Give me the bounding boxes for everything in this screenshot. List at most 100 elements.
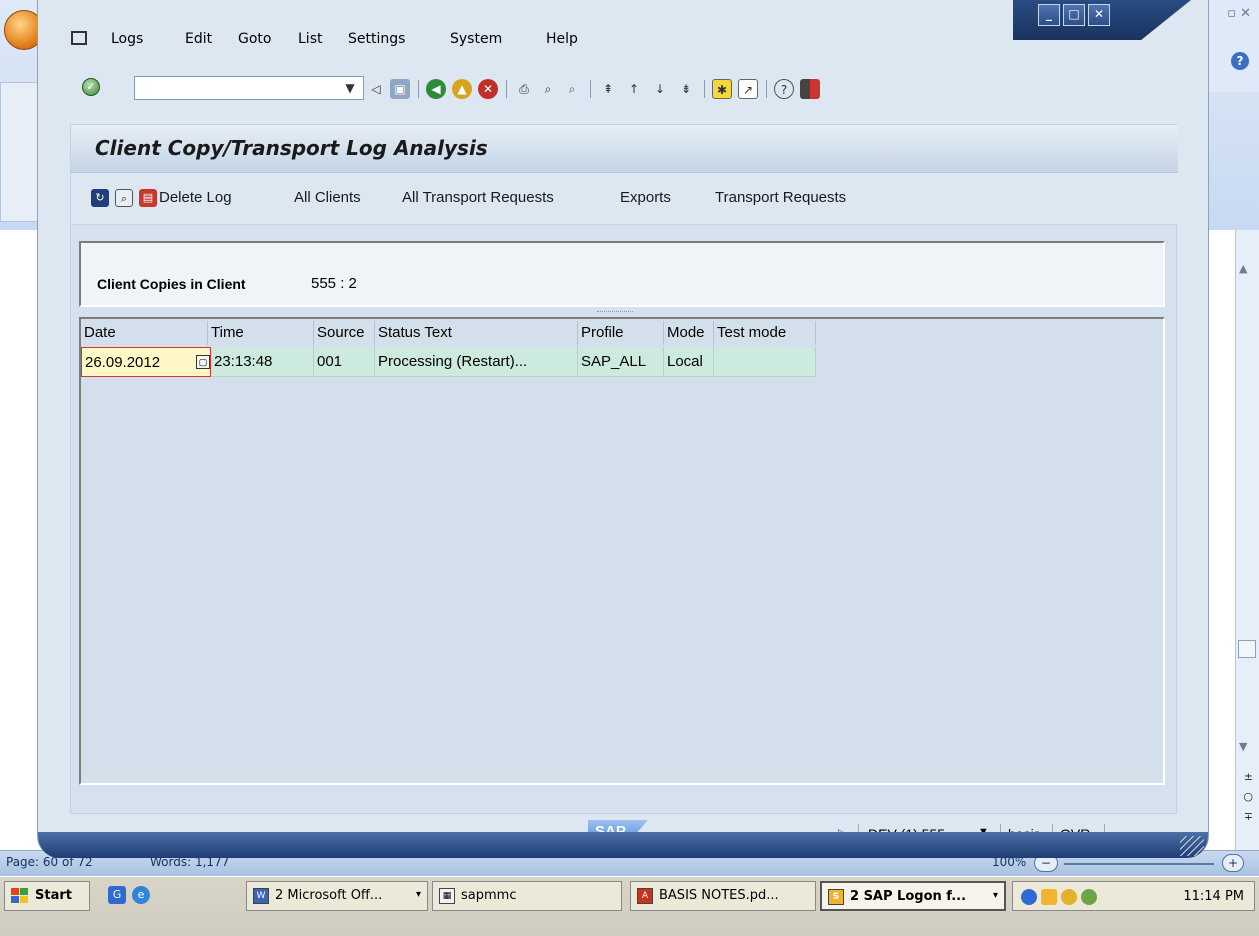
restore-icon[interactable]: ▫ ✕	[1227, 6, 1251, 21]
zoom-slider[interactable]	[1064, 863, 1214, 865]
exports-button[interactable]: Exports	[620, 189, 671, 206]
sapmmc-icon: ▦	[439, 888, 455, 904]
customize-layout-icon[interactable]	[800, 79, 820, 99]
column-header-profile[interactable]: Profile	[578, 321, 664, 345]
help-icon[interactable]: ?	[774, 79, 794, 99]
cell-time[interactable]: 23:13:48	[211, 347, 314, 377]
previous-page-icon[interactable]: ±	[1244, 770, 1253, 783]
column-header-status-text[interactable]: Status Text	[375, 321, 578, 345]
cell-mode[interactable]: Local	[664, 347, 714, 377]
column-header-test-mode[interactable]: Test mode	[714, 321, 816, 345]
all-transport-requests-button[interactable]: All Transport Requests	[402, 189, 554, 206]
enter-icon[interactable]: ✓	[82, 78, 100, 96]
task-sap-logon[interactable]: S 2 SAP Logon f... ▾	[820, 881, 1006, 911]
value-help-icon[interactable]: ▢	[196, 355, 210, 369]
column-header-mode[interactable]: Mode	[664, 321, 714, 345]
minimize-icon[interactable]: _	[1038, 4, 1060, 26]
header-panel: Client Copies in Client 555 : 2	[79, 241, 1165, 307]
menu-settings[interactable]: Settings	[348, 31, 405, 47]
menu-logs[interactable]: Logs	[111, 31, 143, 47]
delete-log-button[interactable]: Delete Log	[159, 189, 232, 206]
system-menu-icon[interactable]	[71, 31, 87, 45]
cell-date-value: 26.09.2012	[85, 354, 161, 371]
next-page-icon[interactable]: ↓	[650, 79, 670, 99]
exit-icon[interactable]: ▲	[452, 79, 472, 99]
save-icon[interactable]: ▣	[390, 79, 410, 99]
word-vertical-scrollbar[interactable]	[1235, 230, 1259, 860]
system-tray: 11:14 PM	[1012, 881, 1255, 911]
cell-profile[interactable]: SAP_ALL	[578, 347, 664, 377]
word-help-icon[interactable]: ?	[1231, 52, 1249, 70]
details-icon[interactable]: ⌕	[115, 189, 133, 207]
sap-logon-icon: S	[828, 889, 844, 905]
find-icon[interactable]: ⌕	[538, 79, 558, 99]
command-field[interactable]	[134, 76, 364, 100]
show-desktop-icon[interactable]: G	[108, 886, 126, 904]
security-tray-icon[interactable]	[1061, 889, 1077, 905]
task-sapmmc[interactable]: ▦ sapmmc	[432, 881, 622, 911]
collapse-arrow-icon[interactable]: ◁	[366, 79, 386, 99]
task-label: 2 Microsoft Off...	[275, 888, 383, 903]
menu-system[interactable]: System	[450, 31, 502, 47]
network-tray-icon[interactable]	[1081, 889, 1097, 905]
new-session-icon[interactable]: ✱	[712, 79, 732, 99]
scroll-down-icon[interactable]: ▼	[1239, 740, 1255, 754]
resize-grip[interactable]	[1180, 836, 1204, 856]
pdf-icon: A	[637, 888, 653, 904]
screen-area: Client Copy/Transport Log Analysis ↻ ⌕ ▤…	[70, 124, 1178, 814]
first-page-icon[interactable]: ⇞	[598, 79, 618, 99]
find-next-icon[interactable]: ⌕	[562, 79, 582, 99]
cell-date[interactable]: 26.09.2012 ▢	[81, 347, 211, 377]
back-icon[interactable]: ◀	[426, 79, 446, 99]
scroll-up-icon[interactable]: ▲	[1239, 262, 1255, 276]
log-table: Date Time Source Status Text Profile Mod…	[79, 317, 1165, 785]
menu-help[interactable]: Help	[546, 31, 578, 47]
window-bottom-frame	[38, 832, 1208, 858]
clock[interactable]: 11:14 PM	[1183, 889, 1244, 904]
page-title: Client Copy/Transport Log Analysis	[95, 136, 488, 160]
column-header-source[interactable]: Source	[314, 321, 375, 345]
chevron-down-icon: ▾	[992, 890, 998, 901]
close-icon[interactable]: ✕	[1088, 4, 1110, 26]
task-label: sapmmc	[461, 888, 517, 903]
scroll-thumb[interactable]	[1238, 640, 1256, 658]
cell-status-text[interactable]: Processing (Restart)...	[375, 347, 578, 377]
header-label: Client Copies in Client	[97, 276, 246, 292]
refresh-icon[interactable]: ↻	[91, 189, 109, 207]
menu-bar: Logs Edit Goto List Settings System Help	[38, 26, 938, 52]
task-basis-notes-pdf[interactable]: A BASIS NOTES.pd...	[630, 881, 816, 911]
last-page-icon[interactable]: ⇟	[676, 79, 696, 99]
help-tray-icon[interactable]	[1021, 889, 1037, 905]
task-label: BASIS NOTES.pd...	[659, 888, 779, 903]
splitter-handle[interactable]	[597, 311, 633, 313]
all-clients-button[interactable]: All Clients	[294, 189, 361, 206]
print-icon[interactable]: ⎙	[514, 79, 534, 99]
column-header-date[interactable]: Date	[81, 321, 208, 345]
sap-tray-icon[interactable]	[1041, 889, 1057, 905]
start-button[interactable]: Start	[4, 881, 90, 911]
cancel-icon[interactable]: ✕	[478, 79, 498, 99]
taskbar: Start G e W 2 Microsoft Off... ▾ ▦ sapmm…	[0, 876, 1259, 936]
select-browse-object-icon[interactable]: ○	[1243, 790, 1253, 803]
standard-toolbar: ✓ ▼ ◁ ▣ ◀ ▲ ✕ ⎙ ⌕ ⌕ ⇞ ↑ ↓ ⇟ ✱ ↗ ?	[38, 72, 1208, 108]
cell-test-mode[interactable]	[714, 347, 816, 377]
word-icon: W	[253, 888, 269, 904]
delete-icon[interactable]: ▤	[139, 189, 157, 207]
toolbar-separator	[506, 80, 507, 98]
transport-requests-button[interactable]: Transport Requests	[715, 189, 846, 206]
zoom-in-icon[interactable]: +	[1222, 854, 1244, 872]
menu-list[interactable]: List	[298, 31, 322, 47]
next-page-icon[interactable]: ∓	[1244, 810, 1253, 823]
maximize-icon[interactable]: □	[1063, 4, 1085, 26]
internet-explorer-icon[interactable]: e	[132, 886, 150, 904]
column-header-time[interactable]: Time	[208, 321, 314, 345]
word-title-controls: ▫ ✕	[1201, 0, 1259, 92]
task-microsoft-office[interactable]: W 2 Microsoft Off... ▾	[246, 881, 428, 911]
cell-source[interactable]: 001	[314, 347, 375, 377]
task-label: 2 SAP Logon f...	[850, 889, 967, 904]
menu-goto[interactable]: Goto	[238, 31, 271, 47]
command-dropdown-icon[interactable]: ▼	[338, 78, 362, 98]
previous-page-icon[interactable]: ↑	[624, 79, 644, 99]
menu-edit[interactable]: Edit	[185, 31, 212, 47]
shortcut-icon[interactable]: ↗	[738, 79, 758, 99]
